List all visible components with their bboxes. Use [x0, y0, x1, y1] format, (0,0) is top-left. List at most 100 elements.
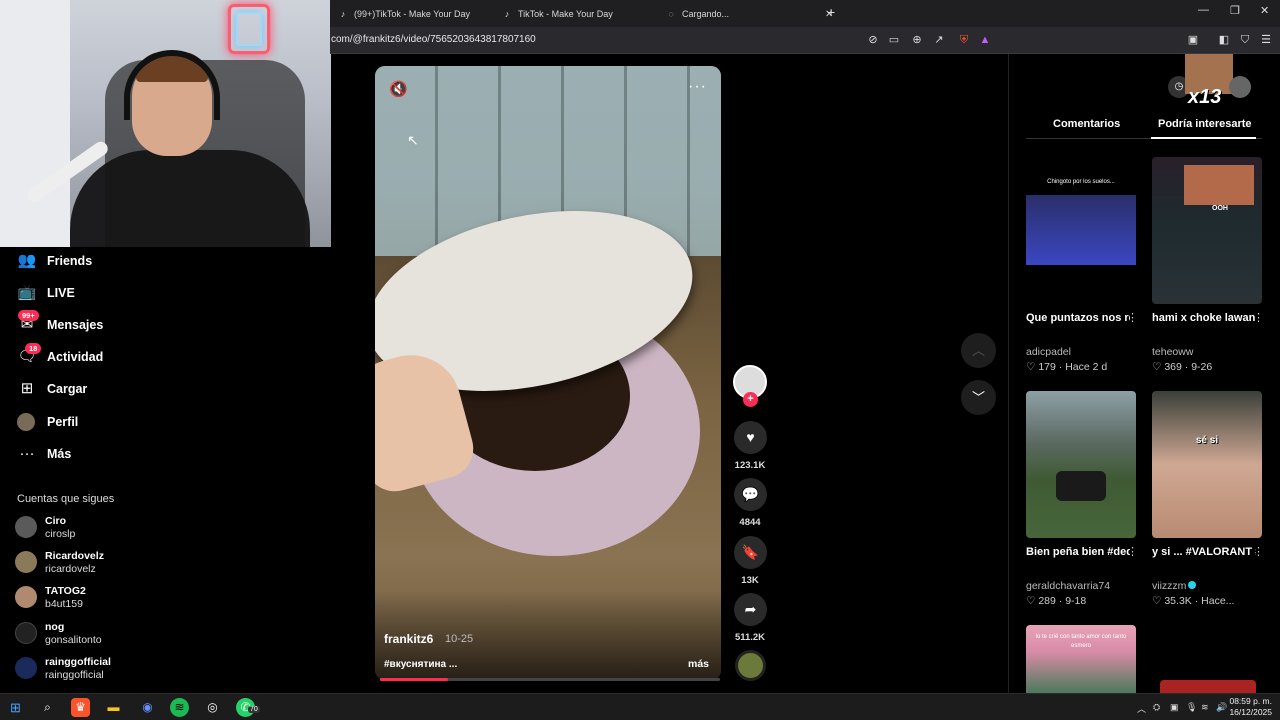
heart-icon: ♥ [746, 429, 755, 445]
card-title: y si ... #VALORANT #streamer... [1152, 546, 1256, 558]
account-handle: rainggofficial [45, 669, 104, 681]
network-icon[interactable]: ⛭ [1153, 702, 1160, 713]
video-caption[interactable]: #вкуснятина ... [384, 659, 457, 670]
tab-2[interactable]: ♪ TikTok - Make Your Day [502, 3, 613, 25]
following-account[interactable]: nog gonsalitonto [15, 619, 315, 647]
tab-1-label: (99+)TikTok - Make Your Day [354, 9, 470, 19]
tab-comments[interactable]: Comentarios [1053, 118, 1120, 130]
card-date: 9-26 [1191, 361, 1213, 373]
share-button[interactable]: ➦ [734, 593, 767, 626]
vpn-icon[interactable]: ⛉ [1238, 33, 1252, 47]
brave-shield-icon[interactable]: ⛨ [957, 33, 971, 47]
music-disc-icon[interactable] [735, 650, 766, 681]
video-thumbnail [1026, 391, 1136, 538]
video-author[interactable]: frankitz6 [384, 632, 433, 646]
card-more-icon[interactable]: ⋮ [1127, 311, 1138, 324]
new-tab-button[interactable]: + [827, 4, 835, 20]
avatar [15, 551, 37, 573]
user-avatar[interactable] [1229, 76, 1251, 98]
tab-1[interactable]: ♪ (99+)TikTok - Make Your Day [338, 3, 470, 25]
video-player[interactable]: 🔇 ··· frankitz6 10-25 #вкуснятина ... má… [375, 66, 721, 680]
mouse-cursor-icon: ↖ [407, 132, 419, 148]
search-icon[interactable]: ⌕ [38, 698, 57, 717]
wifi-icon[interactable]: ≋ [1201, 702, 1209, 713]
file-explorer-icon[interactable]: ▬ [104, 698, 123, 717]
video-thumbnail[interactable] [1160, 680, 1256, 693]
close-window-icon[interactable]: ✕ [1260, 4, 1269, 17]
tab-recommended[interactable]: Podría interesarte [1158, 118, 1252, 130]
volume-icon[interactable]: 🔊 [1216, 702, 1227, 713]
card-more-icon[interactable]: ⋮ [1127, 545, 1138, 558]
like-button[interactable]: ♥ [734, 421, 767, 454]
following-account[interactable]: Ciro ciroslp [15, 513, 315, 541]
zoom-icon[interactable]: ⊕ [910, 33, 924, 47]
tray-expand-icon[interactable]: ︿ [1137, 702, 1146, 715]
account-name: nog [45, 621, 65, 633]
bookmark-icon: 🔖 [741, 544, 760, 560]
menu-icon[interactable]: ☰ [1259, 33, 1273, 47]
account-handle: ciroslp [45, 528, 76, 540]
activity-badge: 18 [25, 343, 42, 354]
thumbnail-caption: lo te crié con tanto amor con tanto esme… [1035, 634, 1127, 649]
clock-time: 08:59 p. m. [1229, 696, 1272, 706]
comment-button[interactable]: 💬 [734, 478, 767, 511]
no-cast-icon[interactable]: ⊘ [866, 33, 880, 47]
avatar [15, 586, 37, 608]
card-author[interactable]: viizzzm [1152, 580, 1197, 592]
avatar [15, 622, 37, 644]
address-bar: com/@frankitz6/video/7565203643817807160… [330, 27, 1280, 54]
following-account[interactable]: rainggofficial rainggofficial [15, 654, 315, 682]
previous-video-button[interactable]: ︿ [961, 333, 996, 368]
video-progress-bar[interactable] [380, 678, 720, 681]
card-stats: ♡ 35.3K · Hace... [1152, 595, 1235, 607]
sidebar-toggle-icon[interactable]: ◧ [1217, 33, 1231, 47]
card-author[interactable]: geraldchavarria74 [1026, 580, 1110, 592]
video-thumbnail: OOH [1152, 157, 1262, 304]
avatar [15, 516, 37, 538]
screen-icon[interactable]: ▭ [887, 33, 901, 47]
brave-rewards-icon[interactable]: ▲ [978, 33, 992, 47]
account-name: TATOG2 [45, 585, 86, 597]
tray-app-icon[interactable]: ▣ [1170, 702, 1179, 713]
next-video-button[interactable]: ﹀ [961, 380, 996, 415]
minimize-icon[interactable]: — [1198, 4, 1209, 16]
overlay-multiplier: x13 [1188, 86, 1222, 108]
more-icon: ··· [19, 445, 35, 462]
discord-icon[interactable]: ◉ [138, 698, 157, 717]
account-handle: b4ut159 [45, 598, 83, 610]
microphone-icon[interactable]: 🎙 [1186, 702, 1197, 713]
follow-plus-icon[interactable]: + [743, 392, 758, 407]
card-author[interactable]: adicpadel [1026, 346, 1071, 358]
share-icon[interactable]: ↗ [932, 33, 946, 47]
card-likes: 369 [1164, 361, 1182, 373]
obs-icon[interactable]: ◎ [203, 698, 222, 717]
account-name: Ciro [45, 515, 66, 527]
spotify-icon[interactable]: ≋ [170, 698, 189, 717]
sidebar-item-label: Cargar [47, 382, 88, 396]
windows-start-icon[interactable]: ⊞ [6, 698, 25, 717]
wallet-icon[interactable]: ▣ [1186, 33, 1200, 47]
tab-3[interactable]: ◌ Cargando... [666, 3, 729, 25]
restore-icon[interactable]: ❐ [1230, 4, 1240, 17]
brave-browser-icon[interactable]: ♛ [71, 698, 90, 717]
card-likes: 179 [1038, 361, 1056, 373]
streamer-thumbnail [1184, 165, 1254, 205]
system-clock[interactable]: 08:59 p. m. 16/12/2025 [1229, 696, 1272, 718]
chevron-up-icon: ︿ [971, 343, 985, 358]
account-handle: gonsalitonto [45, 634, 102, 646]
card-likes: 35.3K [1164, 595, 1192, 607]
card-more-icon[interactable]: ⋮ [1253, 311, 1264, 324]
sidebar-item-label: Más [47, 447, 72, 461]
thumbnail-caption: Chingoto por los suelos... [1047, 179, 1115, 185]
following-account[interactable]: TATOG2 b4ut159 [15, 583, 315, 611]
mute-icon[interactable]: 🔇 [389, 80, 408, 98]
card-more-icon[interactable]: ⋮ [1253, 545, 1264, 558]
following-account[interactable]: Ricardovelz ricardovelz [15, 548, 315, 576]
save-button[interactable]: 🔖 [734, 536, 767, 569]
card-author[interactable]: teheoww [1152, 346, 1193, 358]
card-stats: ♡ 289 · 9-18 [1026, 595, 1087, 607]
caption-more-link[interactable]: más [688, 658, 709, 670]
video-more-icon[interactable]: ··· [688, 78, 707, 96]
url-field[interactable]: com/@frankitz6/video/7565203643817807160 [331, 34, 536, 45]
sidebar-item-label: Perfil [47, 415, 79, 429]
